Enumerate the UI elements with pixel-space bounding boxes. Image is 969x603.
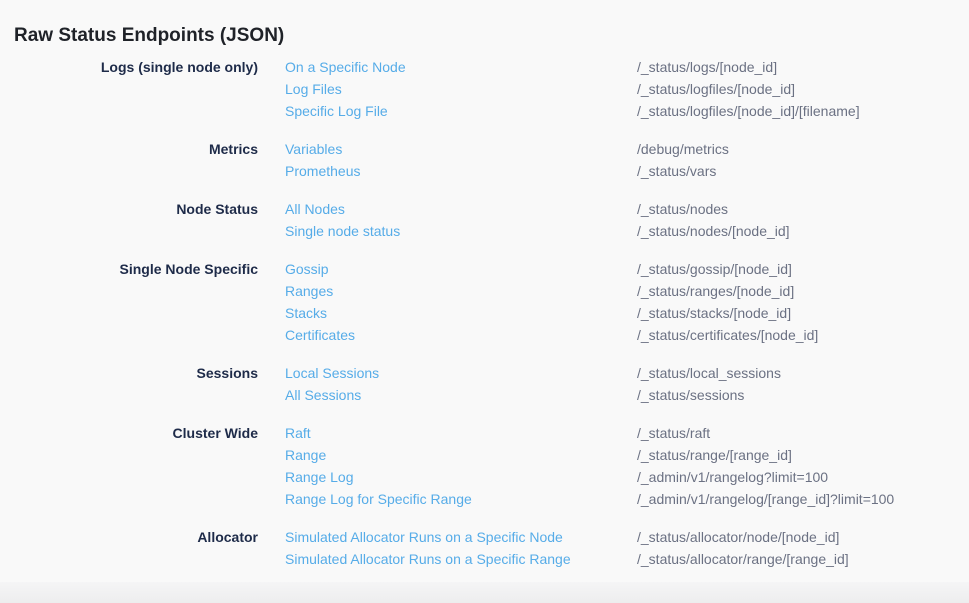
endpoint-path: /_admin/v1/rangelog?limit=100 <box>637 466 828 488</box>
endpoint-row: Certificates /_status/certificates/[node… <box>258 324 969 346</box>
endpoint-row: Log Files /_status/logfiles/[node_id] <box>258 78 969 100</box>
endpoint-link[interactable]: Single node status <box>285 220 637 242</box>
endpoint-row: Variables /debug/metrics <box>258 138 969 160</box>
endpoint-link[interactable]: Certificates <box>285 324 637 346</box>
endpoint-path: /_status/gossip/[node_id] <box>637 258 792 280</box>
endpoint-path: /_status/vars <box>637 160 716 182</box>
endpoint-path: /_status/logfiles/[node_id]/[filename] <box>637 100 860 122</box>
endpoint-path: /_status/logfiles/[node_id] <box>637 78 795 100</box>
category-label: Metrics <box>0 138 258 182</box>
category-label: Cluster Wide <box>0 422 258 510</box>
category-label: Single Node Specific <box>0 258 258 346</box>
endpoint-row: All Nodes /_status/nodes <box>258 198 969 220</box>
page-title: Raw Status Endpoints (JSON) <box>14 25 284 47</box>
endpoint-link[interactable]: Simulated Allocator Runs on a Specific N… <box>285 526 637 548</box>
endpoint-path: /_status/nodes <box>637 198 728 220</box>
endpoint-row: Simulated Allocator Runs on a Specific R… <box>258 548 969 570</box>
endpoints-list: Logs (single node only) On a Specific No… <box>0 56 969 586</box>
endpoint-row: Prometheus /_status/vars <box>258 160 969 182</box>
endpoint-link[interactable]: Log Files <box>285 78 637 100</box>
endpoint-path: /_status/sessions <box>637 384 744 406</box>
endpoint-row: On a Specific Node /_status/logs/[node_i… <box>258 56 969 78</box>
endpoint-path: /_status/stacks/[node_id] <box>637 302 791 324</box>
endpoint-row: Simulated Allocator Runs on a Specific N… <box>258 526 969 548</box>
endpoint-row: Gossip /_status/gossip/[node_id] <box>258 258 969 280</box>
endpoint-row: Specific Log File /_status/logfiles/[nod… <box>258 100 969 122</box>
endpoint-path: /_status/certificates/[node_id] <box>637 324 818 346</box>
endpoint-link[interactable]: Range <box>285 444 637 466</box>
endpoint-path: /_status/ranges/[node_id] <box>637 280 794 302</box>
endpoint-path: /_status/local_sessions <box>637 362 781 384</box>
endpoint-link[interactable]: Gossip <box>285 258 637 280</box>
endpoint-group-cluster-wide: Cluster Wide Raft /_status/raft Range /_… <box>0 422 969 510</box>
endpoint-row: Ranges /_status/ranges/[node_id] <box>258 280 969 302</box>
endpoint-path: /_status/allocator/node/[node_id] <box>637 526 839 548</box>
endpoint-row: All Sessions /_status/sessions <box>258 384 969 406</box>
category-label: Sessions <box>0 362 258 406</box>
endpoint-path: /_admin/v1/rangelog/[range_id]?limit=100 <box>637 488 894 510</box>
endpoint-group-metrics: Metrics Variables /debug/metrics Prometh… <box>0 138 969 182</box>
endpoint-link[interactable]: Prometheus <box>285 160 637 182</box>
category-label: Node Status <box>0 198 258 242</box>
endpoint-link[interactable]: Range Log <box>285 466 637 488</box>
endpoint-group-allocator: Allocator Simulated Allocator Runs on a … <box>0 526 969 570</box>
endpoint-row: Stacks /_status/stacks/[node_id] <box>258 302 969 324</box>
endpoint-link[interactable]: Specific Log File <box>285 100 637 122</box>
category-label: Logs (single node only) <box>0 56 258 122</box>
endpoint-link[interactable]: On a Specific Node <box>285 56 637 78</box>
endpoint-path: /_status/range/[range_id] <box>637 444 792 466</box>
endpoint-path: /_status/nodes/[node_id] <box>637 220 790 242</box>
endpoint-row: Range Log /_admin/v1/rangelog?limit=100 <box>258 466 969 488</box>
endpoint-link[interactable]: Ranges <box>285 280 637 302</box>
endpoint-path: /debug/metrics <box>637 138 729 160</box>
endpoint-path: /_status/raft <box>637 422 710 444</box>
endpoint-link[interactable]: Local Sessions <box>285 362 637 384</box>
footer-strip <box>0 582 969 603</box>
endpoint-group-node-status: Node Status All Nodes /_status/nodes Sin… <box>0 198 969 242</box>
endpoint-group-single-node-specific: Single Node Specific Gossip /_status/gos… <box>0 258 969 346</box>
endpoint-link[interactable]: Simulated Allocator Runs on a Specific R… <box>285 548 637 570</box>
endpoint-row: Single node status /_status/nodes/[node_… <box>258 220 969 242</box>
endpoint-path: /_status/allocator/range/[range_id] <box>637 548 849 570</box>
endpoint-path: /_status/logs/[node_id] <box>637 56 777 78</box>
endpoint-link[interactable]: Stacks <box>285 302 637 324</box>
endpoint-link[interactable]: All Nodes <box>285 198 637 220</box>
endpoint-row: Local Sessions /_status/local_sessions <box>258 362 969 384</box>
endpoint-group-sessions: Sessions Local Sessions /_status/local_s… <box>0 362 969 406</box>
endpoint-link[interactable]: Range Log for Specific Range <box>285 488 637 510</box>
endpoint-link[interactable]: All Sessions <box>285 384 637 406</box>
endpoint-row: Range /_status/range/[range_id] <box>258 444 969 466</box>
endpoint-link[interactable]: Variables <box>285 138 637 160</box>
endpoint-group-logs: Logs (single node only) On a Specific No… <box>0 56 969 122</box>
debug-endpoints-page: { "page": { "title": "Raw Status Endpoin… <box>0 0 969 603</box>
category-label: Allocator <box>0 526 258 570</box>
endpoint-row: Range Log for Specific Range /_admin/v1/… <box>258 488 969 510</box>
endpoint-row: Raft /_status/raft <box>258 422 969 444</box>
endpoint-link[interactable]: Raft <box>285 422 637 444</box>
